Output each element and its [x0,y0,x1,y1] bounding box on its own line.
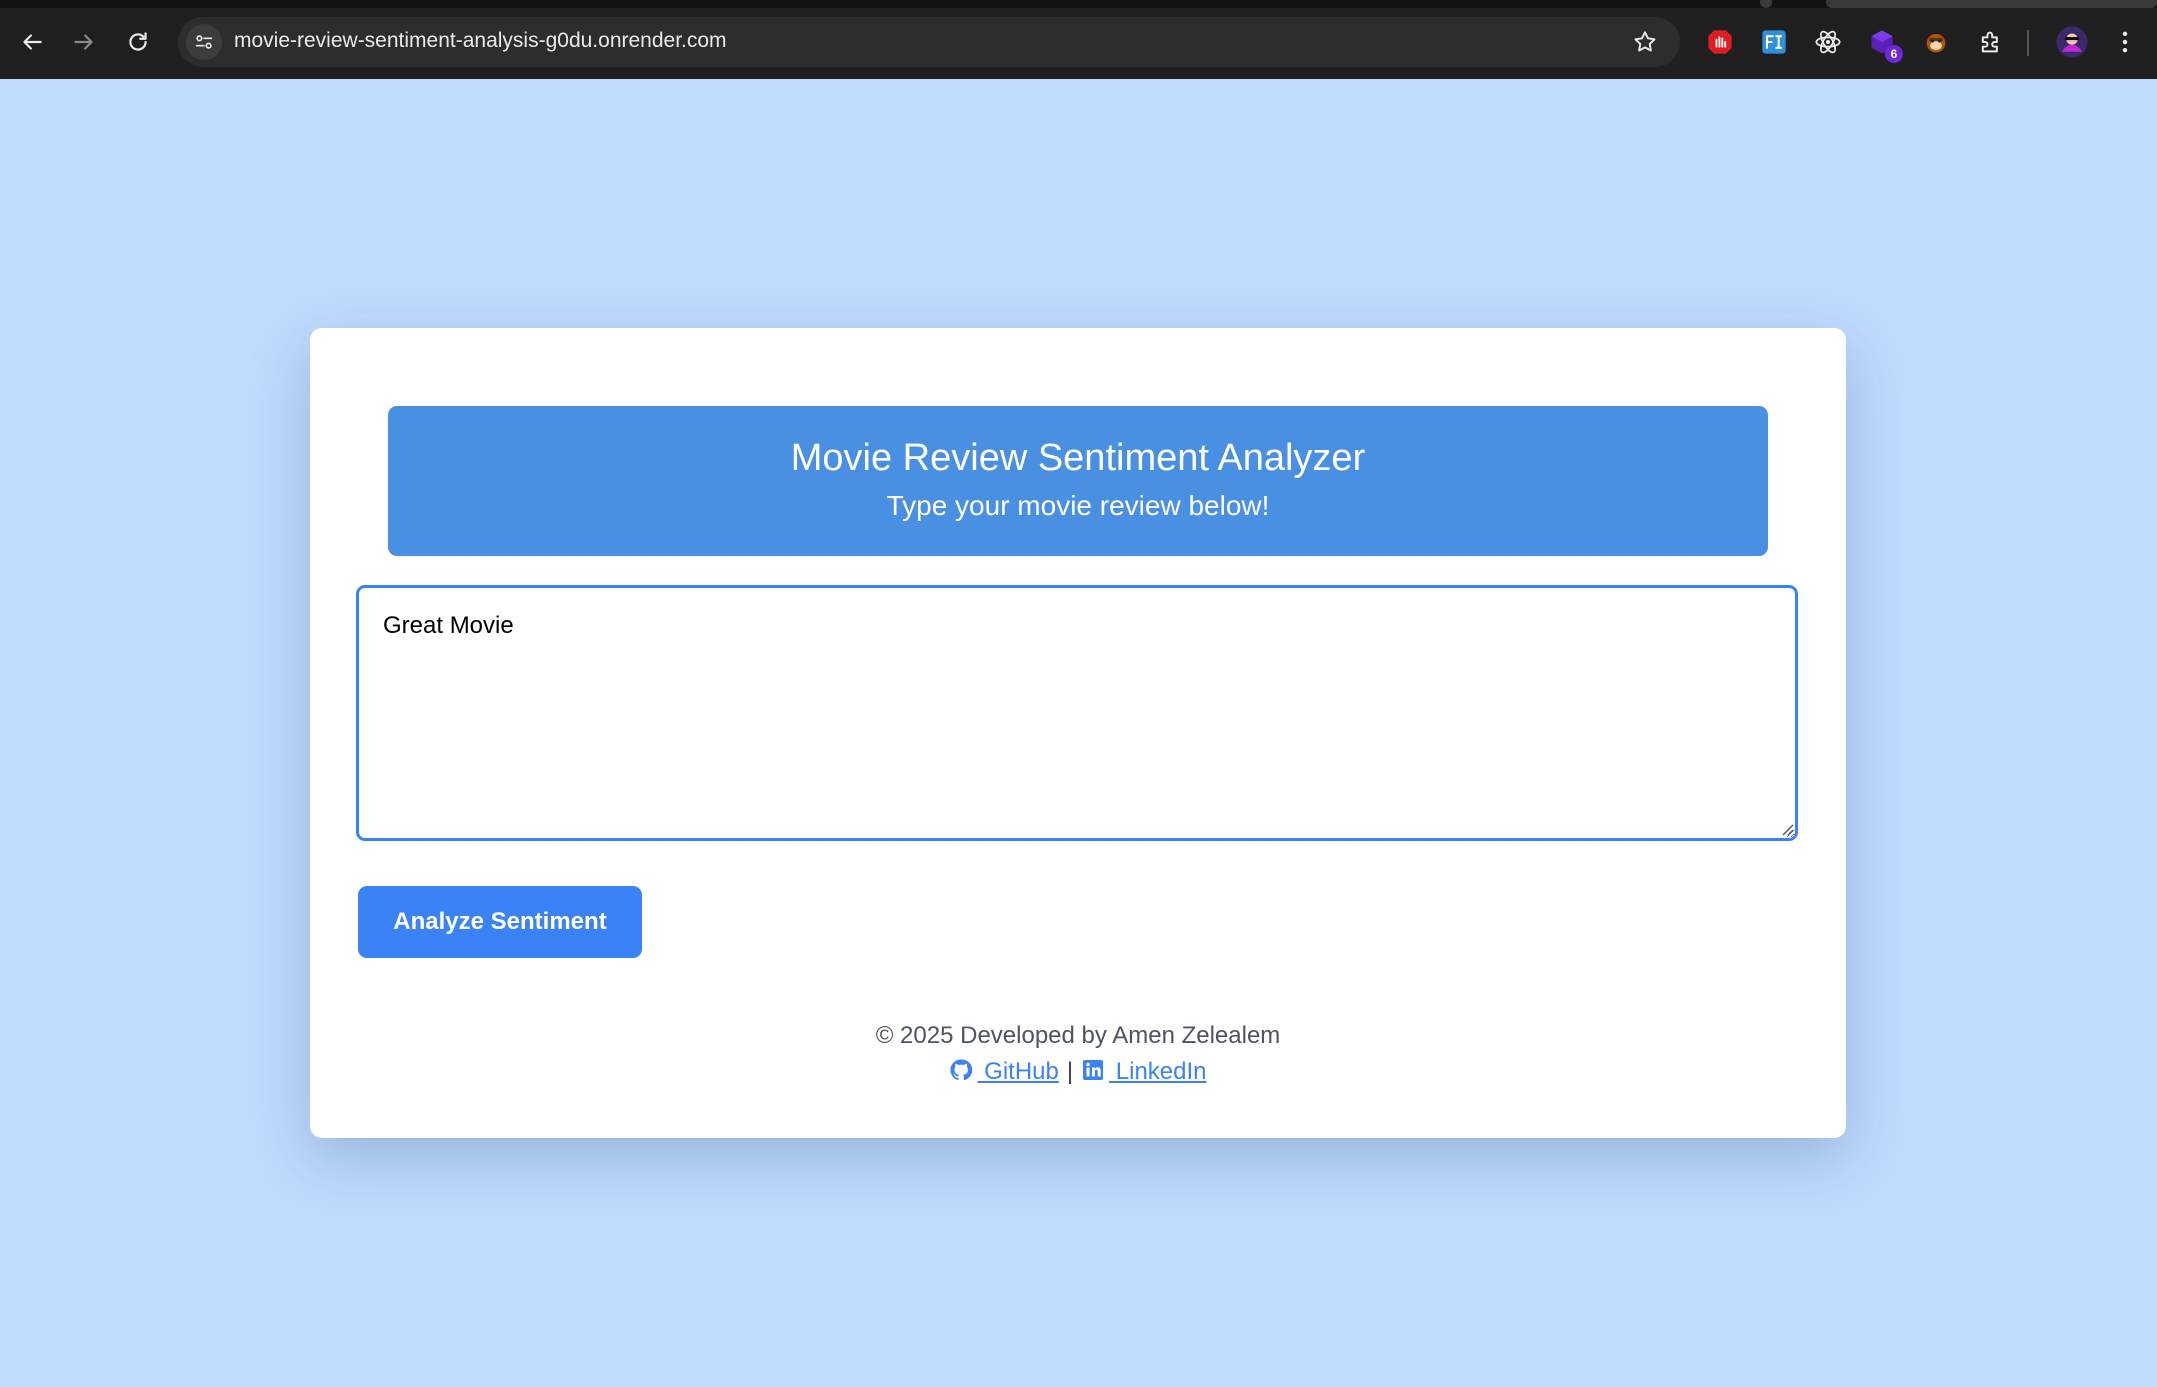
tab-strip [0,0,2157,8]
back-icon [23,34,42,50]
site-info-button[interactable] [186,24,222,60]
toolbar-divider [2027,30,2029,56]
tab-edge[interactable] [1760,0,1772,8]
linkedin-icon [1083,1060,1104,1080]
address-bar[interactable]: movie-review-sentiment-analysis-g0du.onr… [178,17,1680,67]
reload-icon [129,32,147,51]
menu-dots-icon [2122,31,2128,53]
review-textarea[interactable] [356,585,1798,841]
site-info-icon [195,35,213,49]
react-atom-icon [1815,30,1841,54]
textarea-resize-grip[interactable] [1780,822,1794,836]
stop-hand-icon [1708,30,1732,54]
github-label: GitHub [977,1058,1059,1085]
forward-button[interactable] [64,22,104,62]
extension-translate[interactable] [1759,27,1789,57]
bookmark-star-icon [1634,31,1656,52]
translate-icon [1762,30,1786,54]
page-subtitle: Type your movie review below! [886,490,1270,521]
monkey-icon [1926,33,1946,53]
forward-icon [74,34,93,50]
extensions-menu-button[interactable] [1976,27,2006,57]
extension-purple[interactable]: 6 [1867,27,1903,63]
link-separator: | [1066,1058,1074,1085]
analyzer-card: Movie Review Sentiment Analyzer Type you… [310,328,1846,1138]
page-footer: © 2025 Developed by Amen Zelealem GitHub… [310,1018,1846,1090]
extension-badge: 6 [1885,45,1903,63]
tab-edge[interactable] [1826,0,2157,8]
app-header: Movie Review Sentiment Analyzer Type you… [388,406,1768,556]
copyright-text: © 2025 Developed by Amen Zelealem [875,1022,1281,1049]
profile-button[interactable] [2055,25,2089,59]
extensions-puzzle-icon [1981,31,1998,53]
browser-toolbar: movie-review-sentiment-analysis-g0du.onr… [0,0,2157,79]
bookmark-button[interactable] [1630,27,1660,57]
page-title: Movie Review Sentiment Analyzer [790,437,1366,479]
github-icon [950,1059,973,1081]
extension-react-devtools[interactable] [1813,27,1843,57]
github-link[interactable]: GitHub [949,1058,1059,1085]
extension-monkey[interactable] [1921,27,1951,57]
url-text[interactable]: movie-review-sentiment-analysis-g0du.onr… [234,29,727,53]
analyze-sentiment-button[interactable]: Analyze Sentiment [358,886,642,958]
back-button[interactable] [12,22,52,62]
reload-button[interactable] [118,22,158,62]
linkedin-link[interactable]: LinkedIn [1081,1058,1207,1085]
footer-links: GitHub | LinkedIn [310,1054,1846,1090]
chrome-menu-button[interactable] [2110,27,2140,57]
extension-adblock[interactable] [1705,27,1735,57]
profile-avatar [2056,26,2088,58]
linkedin-label: LinkedIn [1109,1058,1207,1085]
